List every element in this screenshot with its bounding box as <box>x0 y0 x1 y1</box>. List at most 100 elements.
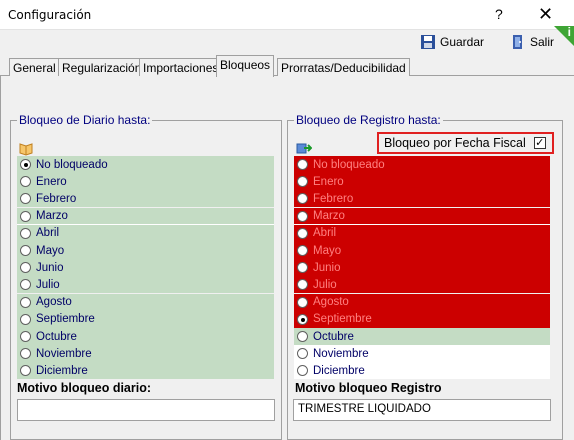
diario-option-1[interactable]: Enero <box>17 173 274 191</box>
radio-button[interactable] <box>20 245 31 256</box>
diario-option-9[interactable]: Septiembre <box>17 310 274 328</box>
title-bar: Configuración ? ✕ <box>0 0 574 30</box>
radio-button[interactable] <box>20 159 31 170</box>
option-label: Septiembre <box>36 313 95 326</box>
option-label: Abril <box>313 227 337 240</box>
radio-button[interactable] <box>297 262 308 274</box>
registro-option-6[interactable]: Junio <box>294 259 550 277</box>
close-button[interactable]: ✕ <box>538 4 553 25</box>
fiscal-date-lock-label: Bloqueo por Fecha Fiscal <box>384 136 526 150</box>
option-label: Octubre <box>36 330 77 343</box>
diario-option-6[interactable]: Junio <box>17 259 274 277</box>
fiscal-date-lock-toggle[interactable]: Bloqueo por Fecha Fiscal ✓ <box>377 132 554 154</box>
radio-button[interactable] <box>20 210 31 222</box>
registro-option-12[interactable]: Diciembre <box>294 362 550 380</box>
registro-motivo-input[interactable]: TRIMESTRE LIQUIDADO <box>293 399 551 421</box>
radio-button[interactable] <box>297 348 308 360</box>
tab-prorratas[interactable]: Prorratas/Deducibilidad <box>277 58 410 76</box>
option-label: Febrero <box>313 192 354 205</box>
option-label: Diciembre <box>313 364 365 377</box>
diario-option-8[interactable]: Agosto <box>17 293 274 311</box>
diario-option-4[interactable]: Abril <box>17 224 274 242</box>
exit-door-icon <box>510 34 526 50</box>
option-label: No bloqueado <box>313 158 385 171</box>
exit-button[interactable]: Salir <box>510 32 554 52</box>
option-label: Junio <box>313 261 341 274</box>
radio-button[interactable] <box>297 296 308 308</box>
option-label: Marzo <box>36 210 68 223</box>
diario-motivo-input[interactable] <box>17 399 275 421</box>
save-label: Guardar <box>440 35 485 49</box>
option-label: Noviembre <box>36 347 92 360</box>
registro-option-8[interactable]: Agosto <box>294 293 550 311</box>
radio-button[interactable] <box>20 176 31 188</box>
diario-option-12[interactable]: Diciembre <box>17 362 274 380</box>
diario-motivo-label: Motivo bloqueo diario: <box>17 381 152 395</box>
radio-button[interactable] <box>20 193 31 205</box>
option-label: Julio <box>313 278 337 291</box>
tab-regularizacion[interactable]: Regularización <box>58 58 146 76</box>
radio-button[interactable] <box>20 227 31 239</box>
registro-option-11[interactable]: Noviembre <box>294 345 550 363</box>
radio-button[interactable] <box>20 262 31 274</box>
registro-option-3[interactable]: Marzo <box>294 207 550 225</box>
exit-label: Salir <box>530 35 555 49</box>
radio-button[interactable] <box>297 331 308 342</box>
radio-button[interactable] <box>297 227 308 239</box>
registro-option-9[interactable]: Septiembre <box>294 310 550 328</box>
radio-button[interactable] <box>297 176 308 188</box>
diario-option-0[interactable]: No bloqueado <box>17 156 274 173</box>
radio-button[interactable] <box>297 159 308 170</box>
fiscal-date-lock-checkbox[interactable]: ✓ <box>533 137 546 149</box>
registro-legend: Bloqueo de Registro hasta: <box>294 113 443 127</box>
registro-option-10[interactable]: Octubre <box>294 328 550 345</box>
radio-button[interactable] <box>297 245 308 256</box>
radio-button[interactable] <box>297 279 308 291</box>
radio-button[interactable] <box>297 210 308 222</box>
option-label: Enero <box>313 175 344 188</box>
diario-option-11[interactable]: Noviembre <box>17 345 274 363</box>
option-label: Mayo <box>36 244 65 257</box>
radio-button[interactable] <box>297 193 308 205</box>
option-label: Agosto <box>313 296 349 309</box>
radio-button[interactable] <box>20 365 31 377</box>
registro-option-0[interactable]: No bloqueado <box>294 156 550 173</box>
option-label: Junio <box>36 261 64 274</box>
option-label: Agosto <box>36 296 72 309</box>
option-label: Abril <box>36 227 60 240</box>
radio-button[interactable] <box>297 313 308 325</box>
registro-option-1[interactable]: Enero <box>294 173 550 191</box>
export-arrow-icon[interactable] <box>296 140 313 156</box>
option-label: Marzo <box>313 210 345 223</box>
option-label: Diciembre <box>36 364 88 377</box>
option-label: Septiembre <box>313 313 372 326</box>
registro-motivo-label: Motivo bloqueo Registro <box>295 381 442 395</box>
registro-option-7[interactable]: Julio <box>294 276 550 294</box>
radio-button[interactable] <box>20 296 31 308</box>
diario-option-7[interactable]: Julio <box>17 276 274 294</box>
diario-option-5[interactable]: Mayo <box>17 242 274 259</box>
tab-importaciones[interactable]: Importaciones <box>139 58 223 76</box>
option-label: Mayo <box>313 244 342 257</box>
radio-button[interactable] <box>297 365 308 377</box>
radio-button[interactable] <box>20 279 31 291</box>
save-button[interactable]: Guardar <box>420 32 484 52</box>
tab-strip: General Regularización Importaciones Blo… <box>0 54 574 77</box>
radio-button[interactable] <box>20 313 31 325</box>
floppy-disk-icon <box>420 34 436 50</box>
radio-button[interactable] <box>20 331 31 342</box>
diario-legend: Bloqueo de Diario hasta: <box>17 113 153 127</box>
option-label: Noviembre <box>313 347 369 360</box>
radio-button[interactable] <box>20 348 31 360</box>
help-button[interactable]: ? <box>495 6 503 22</box>
option-label: Febrero <box>36 192 77 205</box>
registro-option-2[interactable]: Febrero <box>294 190 550 208</box>
diario-option-2[interactable]: Febrero <box>17 190 274 208</box>
diario-option-10[interactable]: Octubre <box>17 328 274 345</box>
diario-option-3[interactable]: Marzo <box>17 207 274 225</box>
tab-general[interactable]: General <box>9 58 60 76</box>
registro-option-4[interactable]: Abril <box>294 224 550 242</box>
tab-bloqueos[interactable]: Bloqueos <box>216 55 275 77</box>
registro-option-5[interactable]: Mayo <box>294 242 550 259</box>
window-title: Configuración <box>8 8 92 22</box>
